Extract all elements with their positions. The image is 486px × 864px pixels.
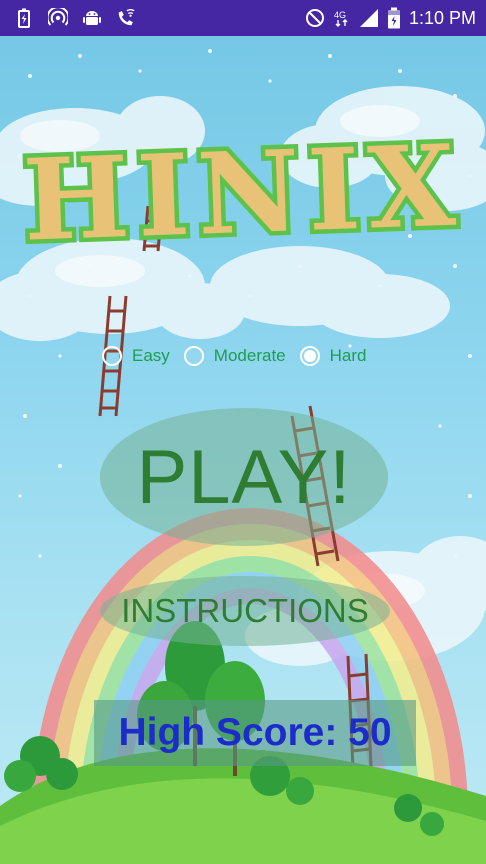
clock-time: 1:10 PM xyxy=(408,7,476,28)
difficulty-radio-group: Easy Moderate Hard xyxy=(102,346,380,366)
game-title: HINIX xyxy=(21,120,465,264)
phone-wifi-icon xyxy=(116,8,136,28)
network-4g-label: 4G xyxy=(334,10,346,20)
play-button[interactable]: PLAY! xyxy=(100,408,388,546)
radio-hard-circle[interactable] xyxy=(299,346,320,366)
radio-moderate[interactable]: Moderate xyxy=(183,346,286,366)
instructions-button-label: INSTRUCTIONS xyxy=(121,592,369,629)
radio-easy[interactable]: Easy xyxy=(102,346,170,366)
radio-hard-label[interactable]: Hard xyxy=(330,346,367,366)
android-icon xyxy=(82,8,102,28)
battery-icon xyxy=(387,7,401,29)
status-bar: 4G 1:10 PM xyxy=(0,0,486,36)
network-4g-icon: 4G xyxy=(333,8,351,28)
radio-easy-label[interactable]: Easy xyxy=(132,346,170,366)
high-score-panel: High Score: 50 xyxy=(94,700,416,766)
play-button-label: PLAY! xyxy=(136,434,352,520)
radio-moderate-circle[interactable] xyxy=(183,346,204,366)
radio-selected-dot xyxy=(303,350,316,362)
radio-moderate-label[interactable]: Moderate xyxy=(214,346,286,366)
instructions-button[interactable]: INSTRUCTIONS xyxy=(100,576,390,646)
main-screen: HINIX Easy Moderate Hard PLAY! INSTRUCTI… xyxy=(0,36,486,864)
game-title-logo: HINIX xyxy=(17,116,470,264)
wireless-icon xyxy=(48,8,68,28)
radio-hard[interactable]: Hard xyxy=(299,346,367,366)
high-score-text: High Score: 50 xyxy=(118,711,392,754)
radio-easy-circle[interactable] xyxy=(102,346,122,366)
do-not-disturb-icon xyxy=(305,8,325,28)
battery-charging-icon xyxy=(14,8,34,28)
signal-icon xyxy=(359,8,379,28)
